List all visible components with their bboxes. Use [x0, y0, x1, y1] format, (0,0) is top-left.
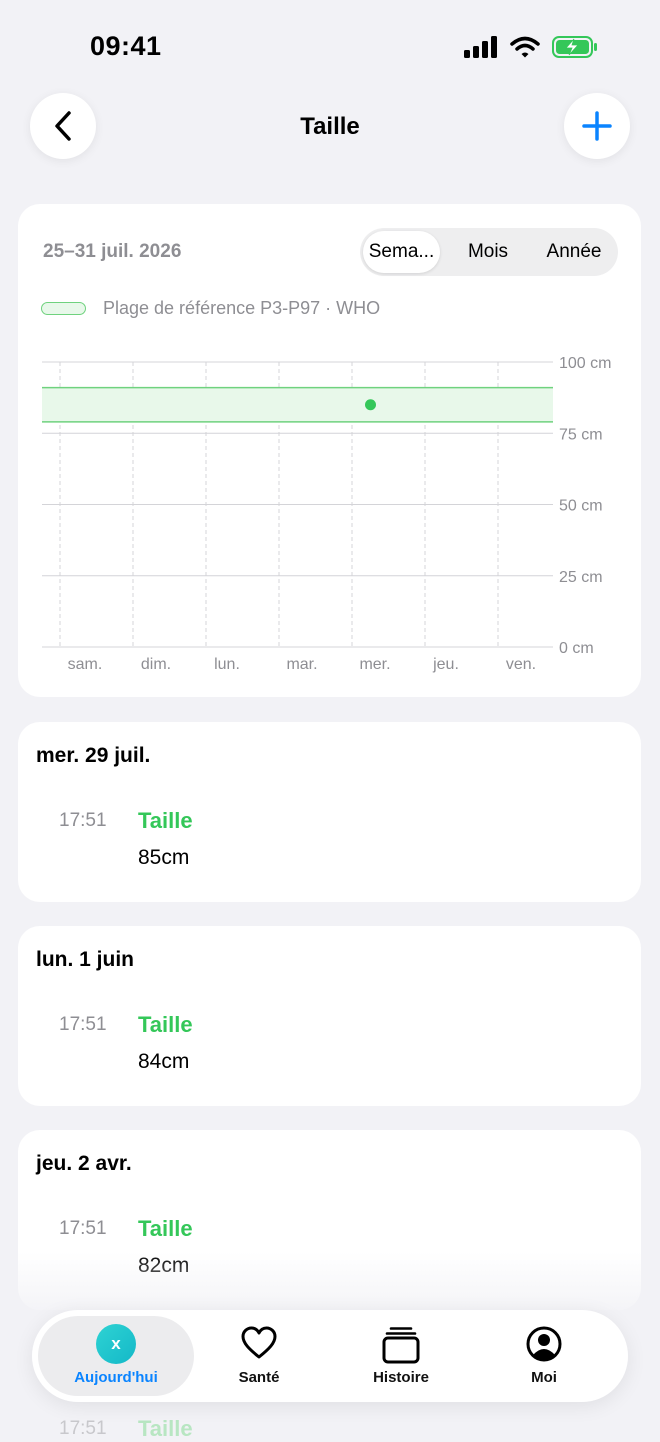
tab-me-label: Moi	[531, 1369, 557, 1386]
signal-icon	[464, 36, 497, 58]
entry-value: 85cm	[138, 846, 190, 869]
tab-today[interactable]: x Aujourd'hui	[46, 1310, 186, 1402]
plus-icon	[582, 111, 612, 141]
wifi-icon	[510, 36, 540, 58]
tab-me[interactable]: Moi	[474, 1310, 614, 1402]
status-bar: 09:41	[0, 0, 660, 90]
y-tick-label: 25 cm	[559, 569, 603, 586]
entry-card[interactable]: lun. 1 juin 17:51 Taille 84cm	[18, 926, 641, 1106]
y-tick-label: 50 cm	[559, 498, 603, 515]
add-button[interactable]	[564, 93, 630, 159]
today-badge: x	[96, 1324, 136, 1364]
tab-health-label: Santé	[238, 1369, 280, 1386]
entry-date: mer. 29 juil.	[36, 744, 151, 767]
x-tick-label: mer.	[359, 656, 390, 673]
x-tick-label: lun.	[214, 656, 240, 673]
y-tick-label: 0 cm	[559, 640, 594, 657]
x-tick-label: mar.	[286, 656, 317, 673]
entry-label: Taille	[138, 808, 193, 833]
entry-label: Taille	[138, 1216, 193, 1241]
chart-card: 25–31 juil. 2026 Sema... Mois Année Plag…	[18, 204, 641, 697]
status-time: 09:41	[90, 31, 162, 61]
height-chart: 100 cm 75 cm 50 cm 25 cm 0 cm sam. dim. lun. mar…	[42, 355, 611, 673]
tab-health[interactable]: Santé	[189, 1310, 329, 1402]
x-tick-label: dim.	[141, 656, 171, 673]
x-tick-label: ven.	[506, 656, 536, 673]
peek-entry-label: Taille	[138, 1416, 193, 1441]
reference-band	[42, 387, 553, 422]
entry-date: jeu. 2 avr.	[36, 1152, 132, 1175]
battery-charging-icon	[552, 36, 597, 58]
entry-time: 17:51	[59, 810, 107, 831]
tab-today-label: Aujourd'hui	[74, 1369, 158, 1386]
data-point	[365, 399, 376, 411]
page-title: Taille	[300, 113, 360, 140]
heart-icon	[241, 1326, 277, 1359]
entry-card[interactable]: mer. 29 juil. 17:51 Taille 85cm	[18, 722, 641, 902]
person-circle-icon	[526, 1326, 562, 1362]
tab-history[interactable]: Histoire	[331, 1310, 471, 1402]
entry-time: 17:51	[59, 1014, 107, 1035]
entry-time: 17:51	[59, 1218, 107, 1239]
y-tick-label: 100 cm	[559, 355, 611, 372]
entry-value: 84cm	[138, 1050, 190, 1073]
x-tick-label: jeu.	[432, 656, 459, 673]
entry-label: Taille	[138, 1012, 193, 1037]
status-icons	[464, 36, 598, 58]
today-badge-icon: x	[96, 1324, 136, 1364]
y-tick-label: 75 cm	[559, 426, 603, 443]
stack-icon	[382, 1327, 420, 1364]
tab-bar: x Aujourd'hui Santé Histoire Moi	[32, 1310, 628, 1402]
x-tick-label: sam.	[68, 656, 103, 673]
peek-entry-time: 17:51	[59, 1418, 107, 1439]
tab-history-label: Histoire	[373, 1369, 429, 1386]
entry-date: lun. 1 juin	[36, 948, 134, 971]
